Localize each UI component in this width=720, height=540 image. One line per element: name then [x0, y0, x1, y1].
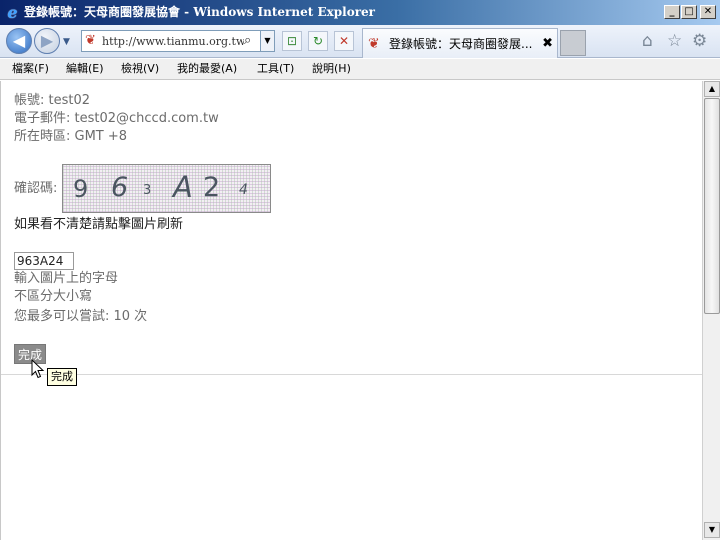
close-window-button[interactable]: ✕: [700, 5, 716, 19]
refresh-button[interactable]: ↻: [308, 31, 328, 51]
maximize-button[interactable]: □: [681, 5, 697, 19]
tab-current[interactable]: ❦ 登錄帳號：天母商圈發展... ✖: [362, 28, 558, 58]
title-bar: e 登錄帳號：天母商圈發展協會 - Windows Internet Explo…: [0, 0, 720, 25]
captcha-char: 4: [239, 182, 248, 198]
menu-favorites[interactable]: 我的最愛(A): [177, 62, 237, 76]
submit-tooltip: 完成: [47, 368, 77, 386]
captcha-char: 6: [111, 172, 129, 203]
tab-label: 登錄帳號：天母商圈發展...: [389, 37, 533, 51]
new-tab-button[interactable]: [560, 30, 586, 56]
menu-bar: 檔案(F) 編輯(E) 檢視(V) 我的最愛(A) 工具(T) 說明(H): [0, 59, 720, 80]
page-content: 帳號: test02 電子郵件: test02@chccd.com.tw 所在時…: [0, 81, 703, 540]
menu-tools[interactable]: 工具(T): [257, 62, 294, 76]
minimize-button[interactable]: _: [664, 5, 680, 19]
hint-attempts: 您最多可以嘗試: 10 次: [14, 309, 148, 324]
address-dropdown-icon[interactable]: ▼: [260, 31, 274, 51]
page-favicon-icon: ❦: [85, 33, 96, 48]
back-button[interactable]: ◀: [6, 28, 32, 54]
hint-letters: 輸入圖片上的字母: [14, 271, 119, 286]
content-divider: [1, 374, 703, 375]
captcha-char: 2: [203, 172, 221, 203]
menu-view[interactable]: 檢視(V): [121, 62, 159, 76]
scroll-up-button[interactable]: ▲: [704, 81, 720, 97]
address-bar[interactable]: ❦ http://www.tianmu.org.tw/reg ⌕ ▼: [81, 30, 275, 52]
captcha-char: 9: [73, 175, 89, 203]
menu-help[interactable]: 說明(H): [312, 62, 351, 76]
hint-case-insensitive: 不區分大小寫: [14, 289, 93, 304]
home-icon[interactable]: ⌂: [642, 31, 653, 51]
captcha-refresh-hint: 如果看不清楚請點擊圖片刷新: [14, 217, 184, 232]
recent-pages-chevron-icon[interactable]: ▼: [63, 37, 70, 47]
captcha-label: 確認碼:: [14, 181, 58, 196]
captcha-char: 3: [143, 183, 152, 198]
favorites-star-icon[interactable]: ☆: [667, 31, 682, 51]
account-timezone: 所在時區: GMT +8: [14, 129, 128, 144]
scroll-down-button[interactable]: ▼: [704, 522, 720, 538]
tab-close-icon[interactable]: ✖: [542, 36, 553, 52]
captcha-image[interactable]: 9 6 3 A 2 4: [62, 164, 271, 213]
navigation-bar: ◀ ▶ ▼ ❦ http://www.tianmu.org.tw/reg ⌕ ▼…: [0, 25, 720, 58]
url-text[interactable]: http://www.tianmu.org.tw/reg: [102, 34, 244, 49]
captcha-code-input[interactable]: 963A24: [14, 252, 74, 270]
compatibility-view-button[interactable]: ⊡: [282, 31, 302, 51]
tools-gear-icon[interactable]: ⚙: [692, 31, 707, 51]
account-username: 帳號: test02: [14, 93, 91, 108]
tab-favicon-icon: ❦: [368, 36, 380, 52]
menu-file[interactable]: 檔案(F): [12, 62, 49, 76]
mouse-cursor-icon: [31, 359, 45, 379]
window-title: 登錄帳號：天母商圈發展協會 - Windows Internet Explore…: [24, 5, 375, 19]
forward-button[interactable]: ▶: [34, 28, 60, 54]
account-email: 電子郵件: test02@chccd.com.tw: [14, 111, 219, 126]
scroll-thumb[interactable]: [704, 98, 720, 314]
vertical-scrollbar[interactable]: ▲ ▼: [702, 81, 720, 540]
ie-logo-icon: e: [7, 3, 18, 22]
stop-button[interactable]: ✕: [334, 31, 354, 51]
search-icon[interactable]: ⌕: [244, 32, 251, 50]
menu-edit[interactable]: 編輯(E): [66, 62, 104, 76]
captcha-char: A: [173, 170, 193, 204]
